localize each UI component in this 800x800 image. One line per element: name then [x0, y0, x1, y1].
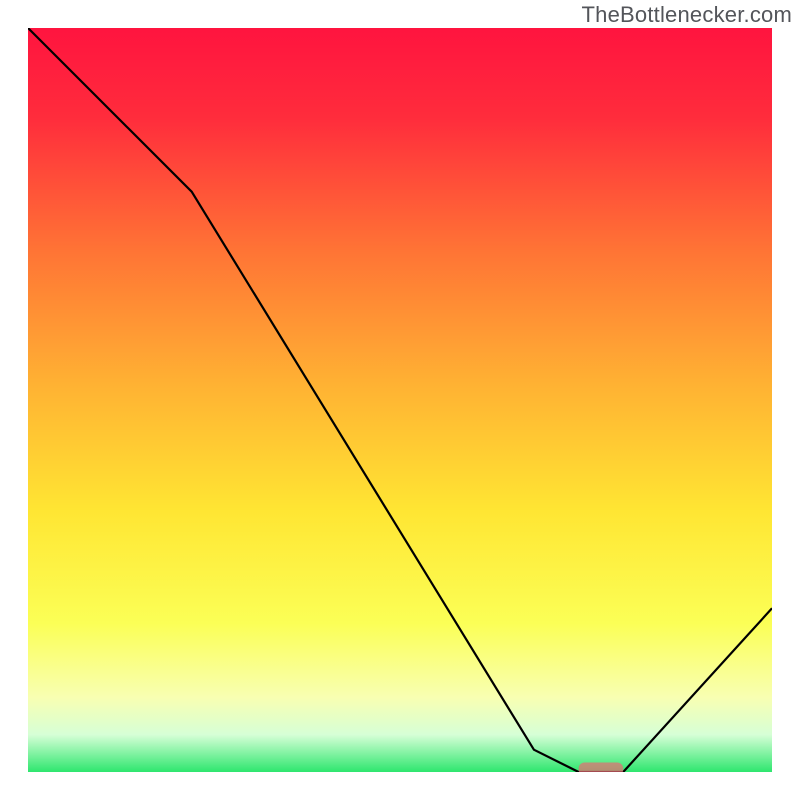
plot-area	[28, 28, 772, 772]
chart-canvas: TheBottlenecker.com	[0, 0, 800, 800]
curve-layer	[28, 28, 772, 772]
optimal-marker	[579, 763, 624, 773]
watermark: TheBottlenecker.com	[582, 2, 792, 28]
bottleneck-curve	[28, 28, 772, 772]
